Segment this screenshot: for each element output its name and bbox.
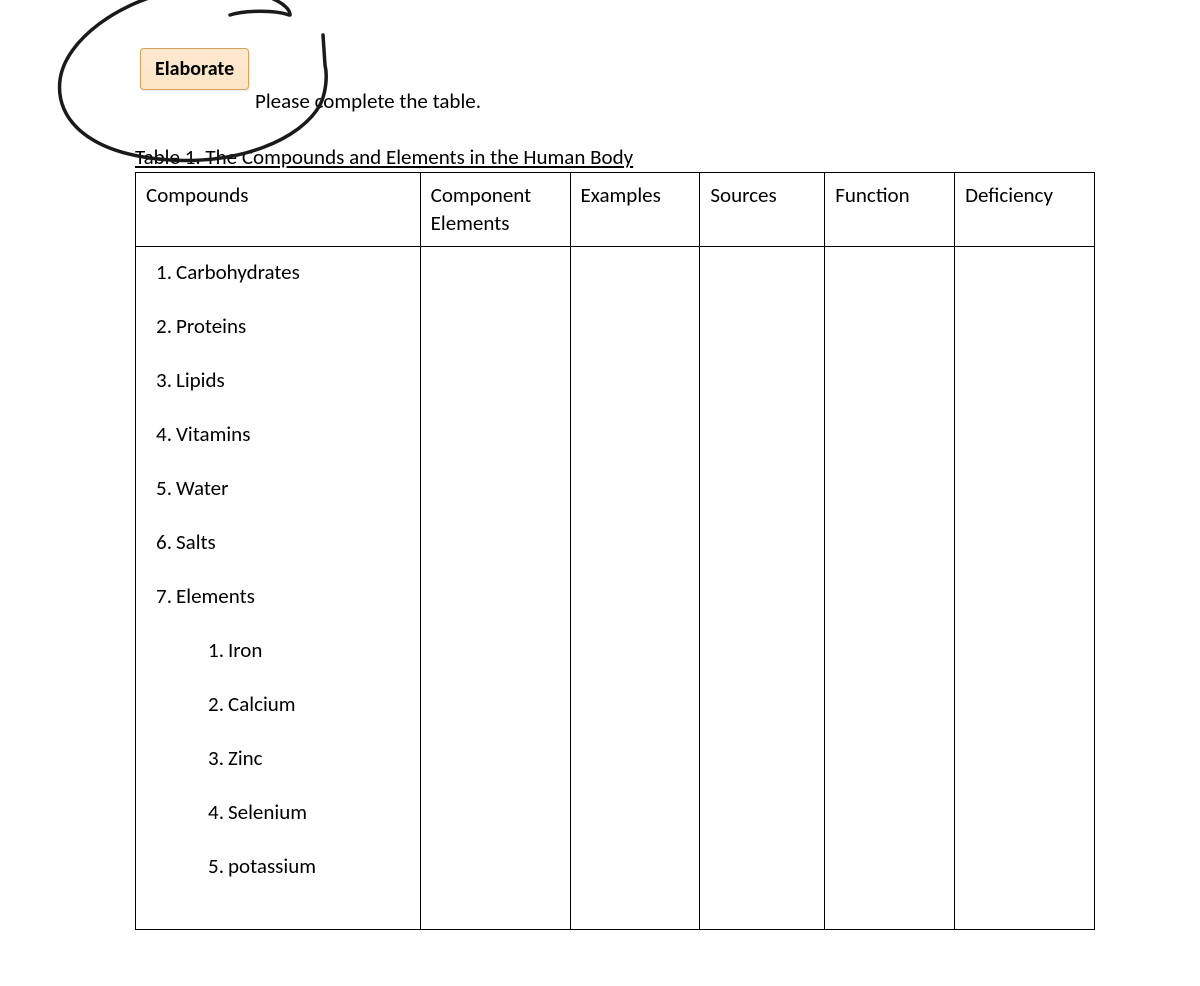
list-item: Zinc xyxy=(228,745,410,771)
header-function: Function xyxy=(825,173,955,247)
list-item: Calcium xyxy=(228,691,410,717)
cell-compounds: Carbohydrates Proteins Lipids Vitamins W… xyxy=(136,246,421,929)
header-examples: Examples xyxy=(570,173,700,247)
cell-sources[interactable] xyxy=(700,246,825,929)
compounds-list: Carbohydrates Proteins Lipids Vitamins W… xyxy=(146,259,410,879)
list-item: potassium xyxy=(228,853,410,879)
list-item: Proteins xyxy=(176,313,410,339)
cell-function[interactable] xyxy=(825,246,955,929)
list-item: Vitamins xyxy=(176,421,410,447)
list-item-label: Lipids xyxy=(176,367,225,393)
cell-component-elements[interactable] xyxy=(420,246,570,929)
list-item-label: Water xyxy=(176,475,228,501)
elements-sublist: Iron Calcium Zinc Selenium potassium xyxy=(176,637,410,879)
elaborate-badge: Elaborate xyxy=(140,48,249,90)
table-header-row: Compounds Component Elements Examples So… xyxy=(136,173,1095,247)
header-compounds: Compounds xyxy=(136,173,421,247)
header-sources: Sources xyxy=(700,173,825,247)
list-item-label: Vitamins xyxy=(176,421,250,447)
list-item-label: Salts xyxy=(176,529,216,555)
table-row: Carbohydrates Proteins Lipids Vitamins W… xyxy=(136,246,1095,929)
instruction-text: Please complete the table. xyxy=(255,88,481,114)
list-item: Selenium xyxy=(228,799,410,825)
list-item: Water xyxy=(176,475,410,501)
list-item-label: potassium xyxy=(228,853,316,879)
list-item-label: Elements xyxy=(176,583,255,609)
list-item-label: Selenium xyxy=(228,799,307,825)
list-item: Lipids xyxy=(176,367,410,393)
compounds-table: Compounds Component Elements Examples So… xyxy=(135,172,1095,930)
list-item: Elements Iron Calcium Zinc Selenium pota… xyxy=(176,583,410,879)
list-item: Salts xyxy=(176,529,410,555)
cell-deficiency[interactable] xyxy=(955,246,1095,929)
header-component-elements: Component Elements xyxy=(420,173,570,247)
list-item-label: Zinc xyxy=(228,745,263,771)
list-item: Iron xyxy=(228,637,410,663)
table-caption: Table 1. The Compounds and Elements in t… xyxy=(135,144,633,170)
cell-examples[interactable] xyxy=(570,246,700,929)
header-deficiency: Deficiency xyxy=(955,173,1095,247)
list-item-label: Calcium xyxy=(228,691,296,717)
list-item-label: Carbohydrates xyxy=(176,259,300,285)
list-item-label: Proteins xyxy=(176,313,246,339)
list-item-label: Iron xyxy=(228,637,262,663)
list-item: Carbohydrates xyxy=(176,259,410,285)
